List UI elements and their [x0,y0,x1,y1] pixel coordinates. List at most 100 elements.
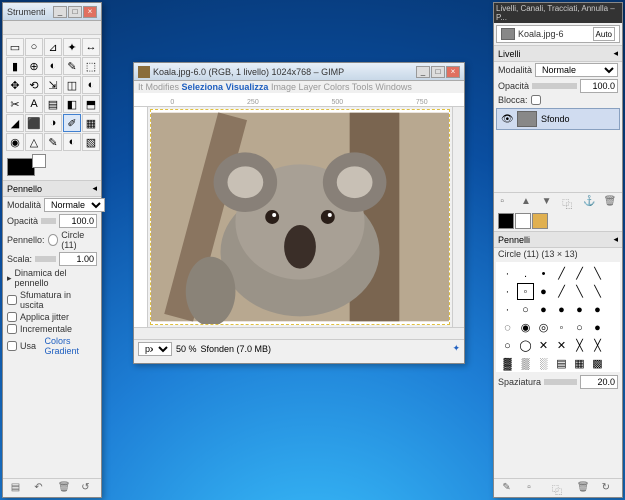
layer-row[interactable]: 👁 Sfondo [496,108,620,130]
tool-20[interactable]: ◢ [6,114,24,132]
tool-29[interactable]: ▧ [82,133,100,151]
right-panel-tabs[interactable]: Livelli, Canali, Tracciati, Annulla – P.… [494,3,622,23]
brush-preset[interactable]: ╳ [589,337,606,354]
tool-18[interactable]: ◧ [63,95,81,113]
edit-brush-icon[interactable]: ✎ [502,482,514,494]
brush-preset[interactable]: ╱ [571,265,588,282]
anchor-layer-icon[interactable]: ⚓ [583,196,595,208]
brush-preset[interactable]: ╲ [589,265,606,282]
tool-0[interactable]: ▭ [6,38,24,56]
delete-layer-icon[interactable]: 🗑 [604,196,616,208]
lower-layer-icon[interactable]: ▼ [542,196,554,208]
brush-preset[interactable]: · [499,265,516,282]
tool-13[interactable]: ◫ [63,76,81,94]
menu-view[interactable]: Visualizza [226,82,269,92]
refresh-brushes-icon[interactable]: ↻ [602,482,614,494]
fade-checkbox[interactable] [7,295,17,305]
brush-preset[interactable]: ✕ [553,337,570,354]
tool-15[interactable]: ✂ [6,95,24,113]
color-swatch[interactable] [515,213,531,229]
brush-preset[interactable]: ▩ [589,355,606,372]
brush-preset[interactable]: ░ [535,355,552,372]
brush-preset[interactable]: · [499,301,516,318]
brush-preset[interactable]: ╱ [553,283,570,300]
color-swatch[interactable] [498,213,514,229]
duplicate-brush-icon[interactable]: ⿻ [552,482,564,494]
brush-preset[interactable]: ◯ [517,337,534,354]
layer-opacity-input[interactable] [580,79,618,93]
brush-preset[interactable]: • [535,265,552,282]
brush-preset[interactable]: ◌ [499,319,516,336]
color-swatch[interactable] [532,213,548,229]
tool-2[interactable]: ⊿ [44,38,62,56]
brush-preset[interactable]: ● [589,301,606,318]
panel-menu-icon[interactable]: ◂ [92,183,97,194]
tool-4[interactable]: ↔ [82,38,100,56]
img-maximize-button[interactable]: □ [431,66,445,78]
unit-select[interactable]: px [138,342,172,356]
brush-preset[interactable]: ● [535,301,552,318]
tool-14[interactable]: ◐ [82,76,100,94]
maximize-button[interactable]: □ [68,6,82,18]
tool-28[interactable]: ◐ [63,133,81,151]
brush-preset[interactable]: ● [535,283,552,300]
tool-16[interactable]: A [25,95,43,113]
brush-preset[interactable]: ○ [517,301,534,318]
tool-7[interactable]: ◐ [44,57,62,75]
spacing-input[interactable] [580,375,618,389]
raise-layer-icon[interactable]: ▲ [521,196,533,208]
scrollbar-vertical[interactable] [452,107,464,327]
brush-preset[interactable]: ╲ [571,283,588,300]
brush-preset[interactable]: · [499,283,516,300]
background-color-swatch[interactable] [32,154,46,168]
close-button[interactable]: × [83,6,97,18]
scale-input[interactable] [59,252,97,266]
tool-12[interactable]: ⇲ [44,76,62,94]
delete-brush-icon[interactable]: 🗑 [577,482,589,494]
expand-icon[interactable]: ▸ [7,273,12,284]
tool-6[interactable]: ⊕ [25,57,43,75]
tool-8[interactable]: ✎ [63,57,81,75]
image-titlebar[interactable]: Koala.jpg-6.0 (RGB, 1 livello) 1024x768 … [134,63,464,81]
brush-preset[interactable]: ▦ [571,355,588,372]
tool-1[interactable]: ○ [25,38,43,56]
reset-icon[interactable]: ↺ [81,482,93,494]
tool-19[interactable]: ⬒ [82,95,100,113]
tool-24[interactable]: ▦ [82,114,100,132]
tool-10[interactable]: ✥ [6,76,24,94]
tool-25[interactable]: ◉ [6,133,24,151]
brush-preset[interactable]: ╲ [589,283,606,300]
toolbox-titlebar[interactable]: Strumenti _ □ × [3,3,101,21]
scale-slider[interactable] [35,256,56,262]
img-close-button[interactable]: × [446,66,460,78]
brush-preset[interactable]: ◦ [517,283,534,300]
spacing-slider[interactable] [544,379,577,385]
visibility-eye-icon[interactable]: 👁 [501,114,513,125]
img-minimize-button[interactable]: _ [416,66,430,78]
brush-preset[interactable]: ▓ [499,355,516,372]
tool-21[interactable]: ⬛ [25,114,43,132]
new-brush-icon[interactable]: ▫ [527,482,539,494]
image-canvas[interactable] [150,109,450,325]
delete-icon[interactable]: 🗑 [58,482,70,494]
mode-select[interactable]: Normale [44,198,105,212]
layers-menu-icon[interactable]: ◂ [613,48,618,59]
gradient-link[interactable]: Colors Gradient [45,336,97,356]
brush-preset[interactable]: ◦ [553,319,570,336]
tool-23[interactable]: ✐ [63,114,81,132]
menu-rest[interactable]: Image Layer Colors Tools Windows [271,82,412,92]
layer-mode-select[interactable]: Normale [535,63,618,77]
new-layer-icon[interactable]: ▫ [500,196,512,208]
auto-button[interactable]: Auto [593,27,615,41]
minimize-button[interactable]: _ [53,6,67,18]
save-preset-icon[interactable]: ▤ [11,482,23,494]
brush-preset[interactable]: ● [553,301,570,318]
brushes-menu-icon[interactable]: ◂ [613,234,618,245]
foreground-color-swatch[interactable] [7,158,35,176]
brush-preset[interactable]: ○ [499,337,516,354]
brush-preset[interactable]: ○ [571,319,588,336]
brush-preset[interactable]: ╱ [553,265,570,282]
image-menubar[interactable]: It Modifies Seleziona Visualizza Image L… [134,81,464,93]
brush-preset[interactable]: ● [571,301,588,318]
jitter-checkbox[interactable] [7,312,17,322]
